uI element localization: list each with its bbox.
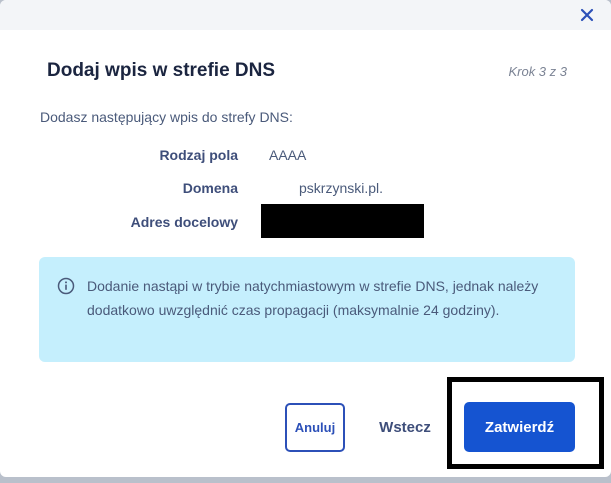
close-icon <box>580 8 594 22</box>
confirm-button[interactable]: Zatwierdź <box>464 402 575 452</box>
target-address-label: Adres docelowy <box>130 214 238 230</box>
back-button[interactable]: Wstecz <box>374 403 436 452</box>
cancel-button[interactable]: Anuluj <box>285 403 345 452</box>
dialog-title: Dodaj wpis w strefie DNS <box>47 60 276 81</box>
background-strip <box>0 477 611 483</box>
dns-record-dialog: Dodaj wpis w strefie DNS Krok 3 z 3 Doda… <box>0 0 611 477</box>
record-type-label: Rodzaj pola <box>159 147 238 163</box>
target-address-redacted <box>261 204 424 238</box>
domain-label: Domena <box>182 180 238 196</box>
info-icon <box>57 277 75 295</box>
info-text: Dodanie nastąpi w trybie natychmiastowym… <box>87 278 539 318</box>
close-button[interactable] <box>579 7 595 23</box>
step-indicator: Krok 3 z 3 <box>508 64 567 79</box>
record-type-value: AAAA <box>269 147 307 163</box>
info-box: Dodanie nastąpi w trybie natychmiastowym… <box>39 257 575 362</box>
domain-value: pskrzynski.pl. <box>299 180 384 196</box>
intro-text: Dodasz następujący wpis do strefy DNS: <box>40 109 293 125</box>
dialog-topbar <box>0 0 611 30</box>
